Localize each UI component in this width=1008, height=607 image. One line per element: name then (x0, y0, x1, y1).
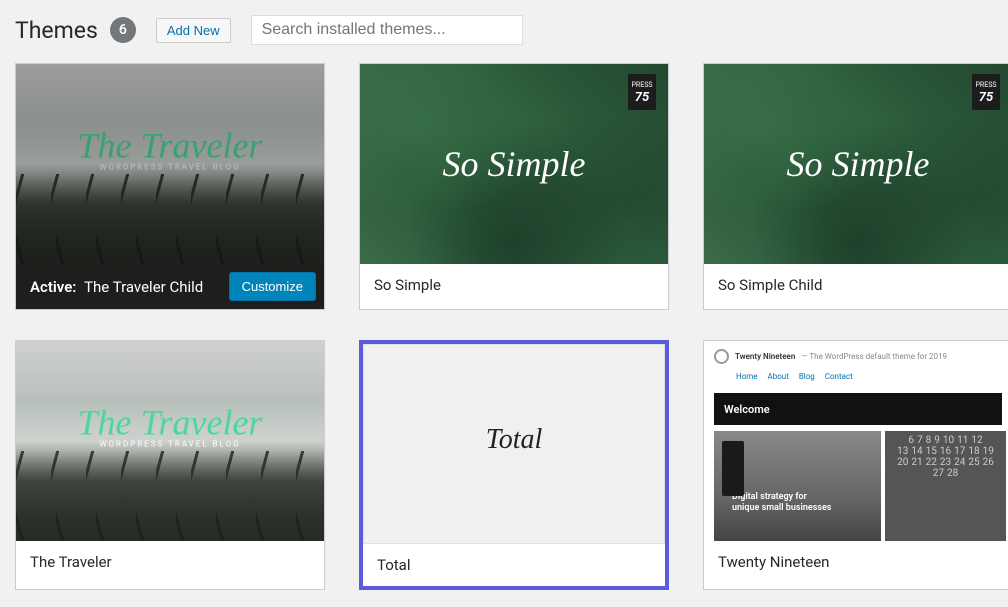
theme-footer: Twenty Nineteen (704, 541, 1008, 583)
theme-preview: The Traveler WORDPRESS TRAVEL BLOG (16, 64, 324, 264)
theme-preview: PRESS 75 So Simple (360, 64, 668, 264)
theme-footer: So Simple (360, 264, 668, 306)
tn-calendar: 6789101112 13141516171819 20212223242526… (885, 431, 1006, 541)
tn-hero: Welcome (714, 393, 1002, 425)
tn-tagline: — The WordPress default theme for 2019 (801, 352, 947, 361)
preview-content: The Traveler WORDPRESS TRAVEL BLOG (78, 402, 263, 449)
preview-title: Total (486, 424, 543, 456)
theme-card-total[interactable]: Total Total (359, 340, 669, 590)
search-themes-input[interactable] (251, 15, 523, 45)
theme-name: Twenty Nineteen (718, 553, 829, 571)
theme-card-active[interactable]: The Traveler WORDPRESS TRAVEL BLOG Activ… (15, 63, 325, 310)
preview-title: The Traveler (78, 125, 263, 167)
preview-subtitle: WORDPRESS TRAVEL BLOG (78, 440, 263, 449)
preview-title: So Simple (787, 143, 930, 185)
theme-preview: Total (363, 344, 665, 544)
theme-name: Total (377, 556, 411, 574)
tn-header: Twenty Nineteen — The WordPress default … (704, 341, 1008, 372)
page-title: Themes 6 (15, 17, 136, 44)
theme-name: So Simple Child (718, 276, 822, 294)
themes-grid: The Traveler WORDPRESS TRAVEL BLOG Activ… (15, 63, 993, 590)
wordpress-logo-icon (714, 349, 729, 364)
preview-title: The Traveler (78, 402, 263, 444)
theme-footer: Total (363, 544, 665, 586)
themes-header: Themes 6 Add New (15, 15, 993, 45)
active-name: The Traveler Child (84, 278, 203, 296)
theme-footer: The Traveler (16, 541, 324, 583)
theme-card-twenty-nineteen[interactable]: Twenty Nineteen — The WordPress default … (703, 340, 1008, 590)
theme-count-badge: 6 (110, 17, 136, 43)
tn-grid: Digital strategy for unique small busine… (714, 431, 1002, 541)
theme-preview: Twenty Nineteen — The WordPress default … (704, 341, 1008, 541)
active-prefix: Active: (30, 278, 76, 296)
theme-footer-active: Active: The Traveler Child Customize (16, 264, 324, 309)
theme-name: So Simple (374, 276, 441, 294)
tn-site-name: Twenty Nineteen (735, 352, 795, 361)
tn-nav: Home About Blog Contact (704, 372, 1008, 387)
theme-preview: PRESS 75 So Simple (704, 64, 1008, 264)
page-title-text: Themes (15, 17, 98, 44)
theme-card-so-simple-child[interactable]: PRESS 75 So Simple So Simple Child (703, 63, 1008, 310)
tn-photo: Digital strategy for unique small busine… (714, 431, 881, 541)
customize-button[interactable]: Customize (229, 272, 316, 301)
theme-footer: So Simple Child (704, 264, 1008, 306)
preview-content: The Traveler WORDPRESS TRAVEL BLOG (78, 125, 263, 172)
theme-name: The Traveler (30, 553, 112, 571)
preview-title: So Simple (443, 143, 586, 185)
preview-subtitle: WORDPRESS TRAVEL BLOG (78, 163, 263, 172)
theme-card-traveler[interactable]: The Traveler WORDPRESS TRAVEL BLOG The T… (15, 340, 325, 590)
tn-copy: Digital strategy for unique small busine… (732, 492, 831, 515)
theme-preview: The Traveler WORDPRESS TRAVEL BLOG (16, 341, 324, 541)
theme-card-so-simple[interactable]: PRESS 75 So Simple So Simple (359, 63, 669, 310)
add-new-button[interactable]: Add New (156, 18, 231, 43)
active-theme-label: Active: The Traveler Child (30, 278, 203, 296)
press75-badge-icon: PRESS 75 (628, 74, 656, 110)
press75-badge-icon: PRESS 75 (972, 74, 1000, 110)
